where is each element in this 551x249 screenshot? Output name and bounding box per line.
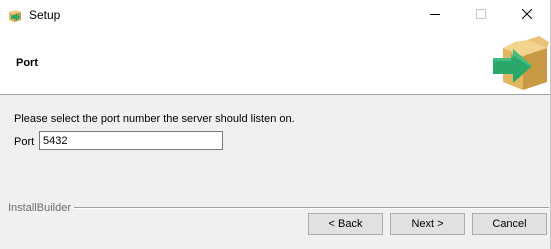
box-arrow-logo-icon: [489, 36, 549, 92]
installbuilder-label: InstallBuilder: [8, 201, 74, 215]
maximize-button[interactable]: [458, 0, 504, 30]
close-button[interactable]: [504, 0, 550, 30]
port-label: Port: [14, 136, 35, 148]
next-button[interactable]: Next >: [390, 213, 465, 235]
minimize-icon: [430, 9, 440, 22]
cancel-button[interactable]: Cancel: [472, 213, 547, 235]
back-button[interactable]: < Back: [308, 213, 383, 235]
setup-window: Setup Port Please select the port number…: [0, 0, 551, 249]
page-header: Port: [0, 30, 550, 95]
instruction-text: Please select the port number the server…: [14, 113, 295, 125]
footer-divider: [73, 207, 549, 209]
window-title: Setup: [29, 8, 61, 22]
title-bar[interactable]: Setup: [0, 0, 550, 30]
page-title: Port: [16, 57, 38, 69]
minimize-button[interactable]: [412, 0, 458, 30]
port-input[interactable]: [39, 131, 223, 150]
package-arrow-icon: [7, 7, 23, 23]
maximize-icon: [476, 8, 486, 22]
close-icon: [521, 8, 533, 22]
